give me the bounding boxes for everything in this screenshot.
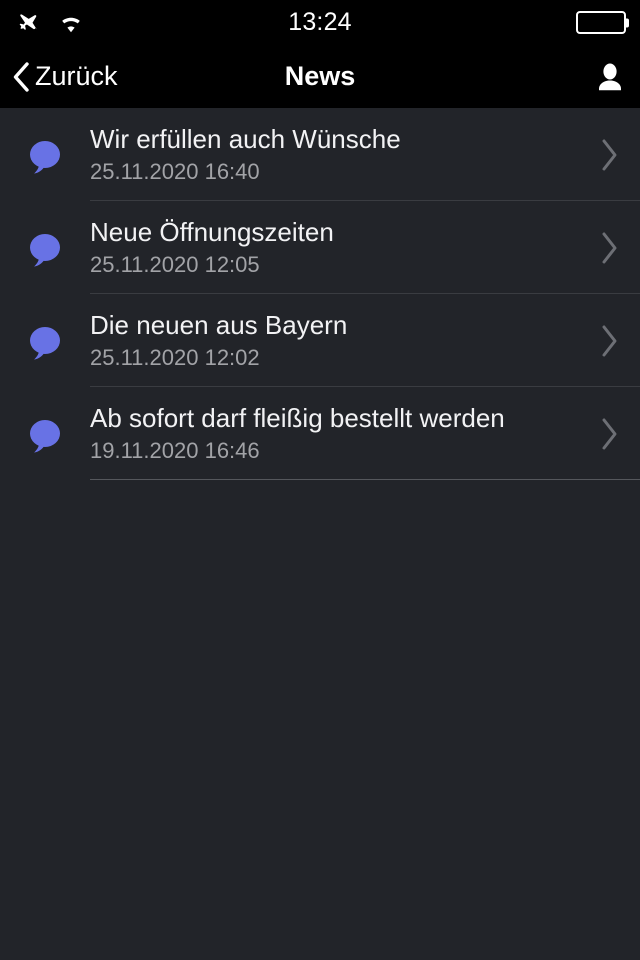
page-title: News [284, 61, 356, 91]
status-bar-time: 13:24 [288, 8, 352, 36]
chevron-left-icon [12, 61, 30, 92]
back-button[interactable]: Zurück [12, 45, 118, 108]
chevron-right-icon [580, 231, 640, 265]
list-item-date: 25.11.2020 12:05 [90, 251, 260, 277]
status-bar: 13:24 [0, 0, 640, 45]
speech-bubble-icon [0, 135, 90, 175]
list-item-date: 25.11.2020 16:40 [90, 158, 260, 184]
person-icon [596, 61, 624, 93]
profile-button[interactable] [596, 45, 624, 108]
navigation-bar: Zurück News [0, 45, 640, 108]
chevron-right-icon [580, 324, 640, 358]
speech-bubble-icon [0, 228, 90, 268]
status-bar-right-icons [576, 0, 629, 45]
list-item-title: Die neuen aus Bayern [90, 312, 348, 340]
list-item-separator [90, 479, 640, 480]
app-screen: 13:24 Zurück News Wir erfüllen auch Wüns… [0, 0, 640, 960]
list-item-text: Neue Öffnungszeiten 25.11.2020 12:05 [90, 219, 580, 275]
list-item[interactable]: Die neuen aus Bayern 25.11.2020 12:02 [0, 294, 640, 387]
status-bar-time-wrap: 13:24 [0, 0, 640, 45]
news-list[interactable]: Wir erfüllen auch Wünsche 25.11.2020 16:… [0, 108, 640, 960]
back-button-label: Zurück [35, 61, 118, 91]
list-item-title: Ab sofort darf fleißig bestellt werden [90, 405, 505, 433]
list-item[interactable]: Ab sofort darf fleißig bestellt werden 1… [0, 387, 640, 480]
chevron-right-icon [580, 417, 640, 451]
list-item-text: Wir erfüllen auch Wünsche 25.11.2020 16:… [90, 126, 580, 182]
list-item-text: Die neuen aus Bayern 25.11.2020 12:02 [90, 312, 580, 368]
speech-bubble-icon [0, 321, 90, 361]
list-item-title: Wir erfüllen auch Wünsche [90, 126, 401, 154]
list-item-date: 19.11.2020 16:46 [90, 437, 260, 463]
chevron-right-icon [580, 138, 640, 172]
list-item-date: 25.11.2020 12:02 [90, 344, 260, 370]
list-item[interactable]: Wir erfüllen auch Wünsche 25.11.2020 16:… [0, 108, 640, 201]
list-item-text: Ab sofort darf fleißig bestellt werden 1… [90, 405, 580, 461]
battery-full-icon [576, 11, 629, 34]
list-item-title: Neue Öffnungszeiten [90, 219, 334, 247]
speech-bubble-icon [0, 414, 90, 454]
list-item[interactable]: Neue Öffnungszeiten 25.11.2020 12:05 [0, 201, 640, 294]
